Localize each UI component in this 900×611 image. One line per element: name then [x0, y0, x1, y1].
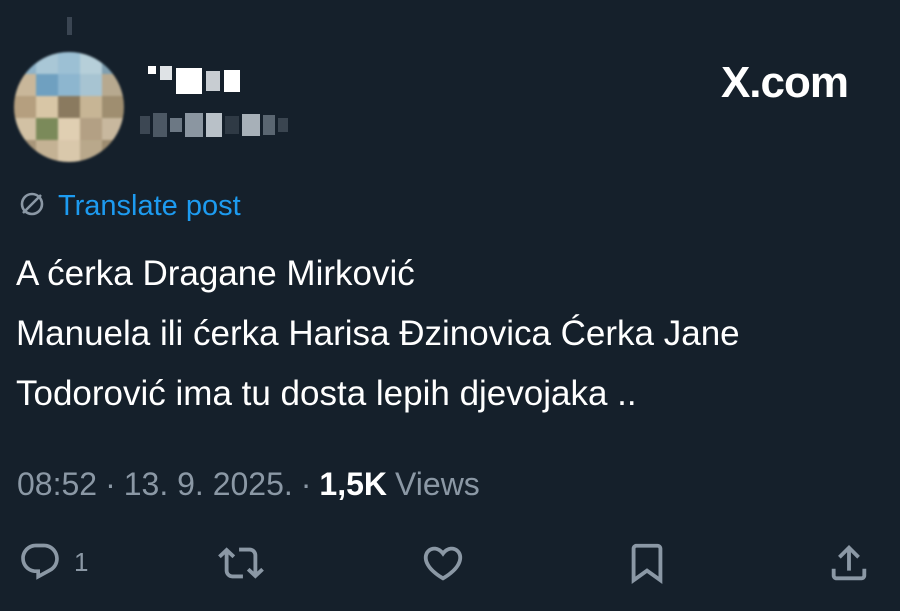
- bookmark-button[interactable]: [624, 540, 670, 586]
- separator-dot: ·: [300, 466, 312, 502]
- translate-post-link[interactable]: Translate post: [18, 190, 241, 223]
- translate-post-label[interactable]: Translate post: [58, 190, 241, 223]
- separator-dot: ·: [105, 466, 116, 502]
- post-line: Manuela ili ćerka Harisa Đzinovica Ćerka…: [16, 314, 740, 353]
- post-meta: 08:52 · 13. 9. 2025. · 1,5K Views: [17, 466, 480, 503]
- post-line: Todorović ima tu dosta lepih djevojaka .…: [16, 374, 637, 413]
- display-name-redacted[interactable]: [148, 66, 240, 96]
- share-icon: [826, 540, 872, 586]
- views-count[interactable]: 1,5K: [319, 466, 387, 503]
- bookmark-icon: [624, 540, 670, 586]
- translate-icon: [18, 190, 46, 223]
- post-time[interactable]: 08:52: [17, 466, 97, 503]
- avatar[interactable]: [14, 52, 124, 162]
- repost-icon: [218, 540, 264, 586]
- views-label: Views: [395, 466, 480, 502]
- share-button[interactable]: [826, 540, 872, 586]
- reply-icon: [18, 540, 62, 584]
- like-icon: [420, 540, 466, 586]
- repost-button[interactable]: [218, 540, 264, 586]
- post-text: A ćerka Dragane Mirković Manuela ili ćer…: [16, 244, 886, 424]
- redacted-mark: [67, 17, 72, 35]
- action-bar: 1: [0, 540, 900, 590]
- brand-label: X.com: [720, 58, 849, 107]
- like-button[interactable]: [420, 540, 466, 586]
- reply-button[interactable]: 1: [18, 540, 88, 584]
- handle-redacted[interactable]: [140, 112, 288, 138]
- reply-count: 1: [74, 546, 89, 577]
- post-date[interactable]: 13. 9. 2025.: [124, 466, 293, 503]
- post-line: A ćerka Dragane Mirković: [16, 254, 415, 293]
